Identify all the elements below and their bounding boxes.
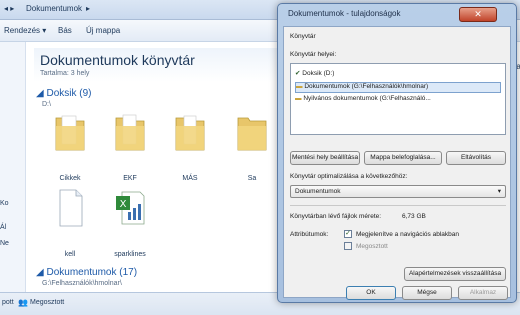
group-header[interactable]: ◢ Doksik (9): [36, 88, 91, 99]
group-path: G:\Felhasználók\hmolnar\: [42, 280, 122, 287]
navigation-pane: Ko Ál Ne: [0, 42, 26, 292]
nav-item[interactable]: Ne: [0, 240, 9, 247]
size-label: Könyvtárban lévő fájlok mérete:: [290, 213, 382, 220]
new-folder-button[interactable]: Új mappa: [86, 26, 120, 35]
size-value: 6,73 GB: [402, 213, 426, 220]
group-path: D:\: [42, 101, 51, 108]
group-header[interactable]: ◢ Dokumentumok (17): [36, 267, 137, 278]
svg-text:X: X: [120, 199, 127, 210]
apply-button[interactable]: Alkalmaz: [458, 286, 508, 300]
nav-item[interactable]: Ál: [0, 224, 6, 231]
item-label: Cikkek: [59, 175, 81, 182]
users-icon: 👥: [18, 298, 28, 307]
document-icon: [59, 189, 83, 227]
set-save-location-button[interactable]: Mentési hely beállítása: [290, 151, 360, 165]
attributes-label: Attribútumok:: [290, 231, 329, 238]
file-item-sparklines[interactable]: X sparklines: [100, 188, 160, 258]
divider: [290, 205, 506, 206]
nav-item[interactable]: Ko: [0, 200, 9, 207]
properties-dialog: Dokumentumok - tulajdonságok ✕ Könyvtár …: [277, 3, 517, 303]
dialog-title: Dokumentumok - tulajdonságok: [288, 9, 401, 18]
cancel-button[interactable]: Mégse: [402, 286, 452, 300]
dialog-body: Könyvtár Könyvtár helyei: ✔ Doksik (D:) …: [283, 26, 511, 298]
tab-library[interactable]: Könyvtár: [290, 33, 316, 40]
remove-button[interactable]: Eltávolítás: [446, 151, 506, 165]
list-item[interactable]: ▬ Dokumentumok (G:\Felhasználók\hmolnar): [295, 82, 501, 93]
collapse-triangle-icon[interactable]: ◢: [36, 267, 46, 278]
item-label: Sa: [247, 175, 257, 182]
file-item-kell[interactable]: kell: [40, 188, 100, 258]
excel-file-icon: X: [116, 191, 145, 225]
shared-checkbox[interactable]: [344, 242, 352, 250]
library-subtitle[interactable]: Tartalma: 3 hely: [40, 70, 89, 77]
optimize-label: Könyvtár optimalizálása a következőhöz:: [290, 173, 408, 180]
folder-icon: [115, 114, 145, 151]
library-locations-list[interactable]: ✔ Doksik (D:) ▬ Dokumentumok (G:\Felhasz…: [290, 63, 506, 135]
library-title: Dokumentumok könyvtár: [40, 52, 195, 68]
item-label: EKF: [123, 175, 137, 182]
folder-item-cikkek[interactable]: Cikkek: [40, 112, 100, 182]
organize-button[interactable]: Rendezés ▾: [4, 26, 46, 35]
folder-icon: [55, 115, 85, 151]
locations-label: Könyvtár helyei:: [290, 51, 337, 58]
folder-icon: [237, 117, 267, 151]
add-folder-button[interactable]: Mappa belefoglalása...: [364, 151, 442, 165]
restore-defaults-button[interactable]: Alapértelmezések visszaállítása: [404, 267, 506, 281]
shared-status: Megosztott: [30, 299, 65, 306]
breadcrumb-chevron-icon[interactable]: ▸: [86, 4, 90, 16]
item-label: kell: [64, 251, 76, 258]
nav-pane-label: Megjelenítve a navigációs ablakban: [356, 231, 459, 238]
list-item[interactable]: ✔ Doksik (D:): [295, 69, 334, 80]
share-button[interactable]: Bás: [58, 26, 72, 35]
optimize-select[interactable]: Dokumentumok ▾: [290, 185, 506, 198]
folder-item-sa[interactable]: Sa: [222, 112, 276, 182]
status-text: pott: [2, 299, 14, 306]
back-forward-icon[interactable]: ◂ ▸: [4, 4, 14, 16]
folder-icon: [175, 115, 205, 151]
item-label: sparklines: [114, 251, 146, 258]
shared-label: Megosztott: [356, 243, 388, 250]
folder-item-mas[interactable]: MÁS: [160, 112, 220, 182]
breadcrumb-documents[interactable]: Dokumentumok: [26, 4, 82, 16]
ok-button[interactable]: OK: [346, 286, 396, 300]
nav-pane-checkbox[interactable]: ✓: [344, 230, 352, 238]
list-item[interactable]: ▬ Nyilvános dokumentumok (G:\Felhasználó…: [295, 95, 431, 106]
item-label: MÁS: [182, 175, 198, 182]
chevron-down-icon: ▾: [497, 188, 501, 195]
collapse-triangle-icon[interactable]: ◢: [36, 88, 46, 99]
folder-item-ekf[interactable]: EKF: [100, 112, 160, 182]
close-button[interactable]: ✕: [459, 7, 497, 22]
